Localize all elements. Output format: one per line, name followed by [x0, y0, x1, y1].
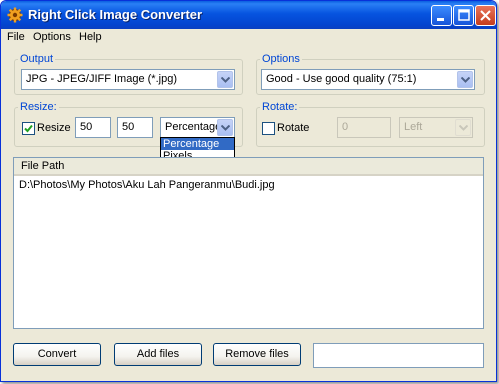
- status-field: [313, 343, 484, 368]
- resize-group-label: Resize:: [18, 101, 59, 113]
- chevron-down-icon: [461, 77, 470, 83]
- output-format-select[interactable]: JPG - JPEG/JIFF Image (*.jpg): [21, 69, 235, 90]
- file-list[interactable]: File Path D:\Photos\My Photos\Aku Lah Pa…: [13, 157, 484, 329]
- menu-bar: File Options Help: [1, 29, 496, 47]
- title-bar[interactable]: Right Click Image Converter: [1, 1, 496, 29]
- resize-unit-value: Percentage: [165, 121, 222, 133]
- resize-unit-dropdown-button[interactable]: [217, 119, 233, 136]
- rotate-group-label: Rotate:: [260, 101, 300, 113]
- resize-checkbox-label: Resize: [37, 122, 71, 134]
- remove-files-button[interactable]: Remove files: [213, 343, 301, 366]
- chevron-down-icon: [221, 77, 230, 83]
- output-group-label: Output: [18, 53, 56, 65]
- resize-unit-select[interactable]: Percentage: [160, 117, 235, 138]
- output-format-value: JPG - JPEG/JIFF Image (*.jpg): [26, 73, 177, 85]
- rotate-checkbox-label: Rotate: [277, 122, 310, 134]
- rotate-direction-dropdown-button[interactable]: [455, 119, 471, 136]
- rotate-checkbox[interactable]: [262, 122, 275, 135]
- menu-options[interactable]: Options: [33, 31, 71, 43]
- maximize-icon: [458, 9, 470, 21]
- output-format-dropdown-button[interactable]: [217, 71, 233, 88]
- rotate-direction-value: Left: [404, 121, 423, 133]
- menu-help[interactable]: Help: [79, 31, 102, 43]
- resize-width-input[interactable]: 50: [75, 117, 111, 138]
- menu-file[interactable]: File: [7, 31, 25, 43]
- app-window: Right Click Image Converter File Options…: [0, 0, 497, 382]
- dropdown-option-percentage[interactable]: Percentage: [161, 138, 234, 150]
- convert-button[interactable]: Convert: [13, 343, 101, 366]
- quality-select[interactable]: Good - Use good quality (75:1): [261, 69, 475, 90]
- close-button[interactable]: [475, 5, 496, 26]
- options-group-label: Options: [260, 53, 302, 65]
- close-icon: [480, 10, 491, 21]
- gear-icon: [7, 7, 23, 23]
- resize-checkbox[interactable]: [22, 122, 35, 135]
- quality-dropdown-button[interactable]: [457, 71, 473, 88]
- chevron-down-icon: [459, 125, 468, 131]
- chevron-down-icon: [221, 125, 230, 131]
- file-list-row[interactable]: D:\Photos\My Photos\Aku Lah Pangeranmu\B…: [19, 179, 275, 191]
- quality-value: Good - Use good quality (75:1): [266, 73, 417, 85]
- rotate-direction-select[interactable]: Left: [399, 117, 473, 138]
- column-file-path[interactable]: File Path: [21, 160, 64, 172]
- rotate-angle-input[interactable]: 0: [337, 117, 391, 138]
- file-list-header[interactable]: File Path: [14, 158, 483, 176]
- minimize-button[interactable]: [431, 5, 452, 26]
- checkmark-icon: [24, 124, 33, 133]
- maximize-button[interactable]: [453, 5, 474, 26]
- window-title: Right Click Image Converter: [28, 7, 203, 22]
- minimize-icon: [437, 18, 444, 21]
- resize-height-input[interactable]: 50: [117, 117, 153, 138]
- add-files-button[interactable]: Add files: [114, 343, 202, 366]
